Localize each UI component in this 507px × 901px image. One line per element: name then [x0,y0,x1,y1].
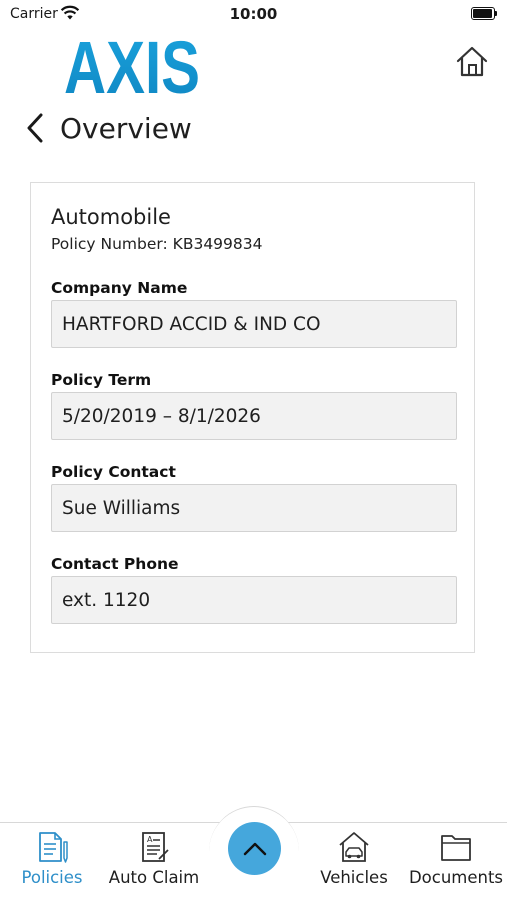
tab-auto-claim[interactable]: A Auto Claim [109,830,199,894]
policy-contact-label: Policy Contact [51,463,176,481]
svg-text:AXIS: AXIS [64,28,200,98]
status-bar: Carrier 10:00 [0,0,507,28]
company-name-field[interactable]: HARTFORD ACCID & IND CO [51,300,457,348]
tab-documents[interactable]: Documents [408,830,504,894]
policy-number: Policy Number: KB3499834 [51,235,263,253]
policy-term-field[interactable]: 5/20/2019 – 8/1/2026 [51,392,457,440]
tab-vehicles-label: Vehicles [320,868,388,887]
battery-icon [471,7,497,20]
chevron-left-icon [27,113,43,143]
tab-vehicles[interactable]: Vehicles [318,830,390,894]
documents-icon [441,835,471,861]
back-button[interactable]: Overview [24,108,192,148]
vehicles-icon [339,832,369,862]
svg-text:A: A [147,835,153,844]
auto-claim-icon: A [142,832,169,862]
tab-policies-label: Policies [21,868,83,887]
home-button[interactable] [452,42,492,82]
tab-auto-claim-label: Auto Claim [108,868,200,887]
contact-phone-label: Contact Phone [51,555,179,573]
policy-term-label: Policy Term [51,371,152,389]
home-icon [456,46,488,77]
axis-logo: AXIS [64,26,202,109]
tab-documents-label: Documents [408,868,504,887]
tab-policies[interactable]: Policies [20,830,84,894]
expand-menu-button[interactable] [228,822,281,875]
policy-type: Automobile [51,205,171,229]
chevron-up-icon [243,842,266,855]
clock: 10:00 [229,5,278,23]
page-title: Overview [60,111,192,145]
contact-phone-field[interactable]: ext. 1120 [51,576,457,624]
policy-contact-field[interactable]: Sue Williams [51,484,457,532]
policy-card: Automobile Policy Number: KB3499834 Comp… [30,182,475,653]
policies-icon [39,832,68,863]
company-name-label: Company Name [51,279,188,297]
